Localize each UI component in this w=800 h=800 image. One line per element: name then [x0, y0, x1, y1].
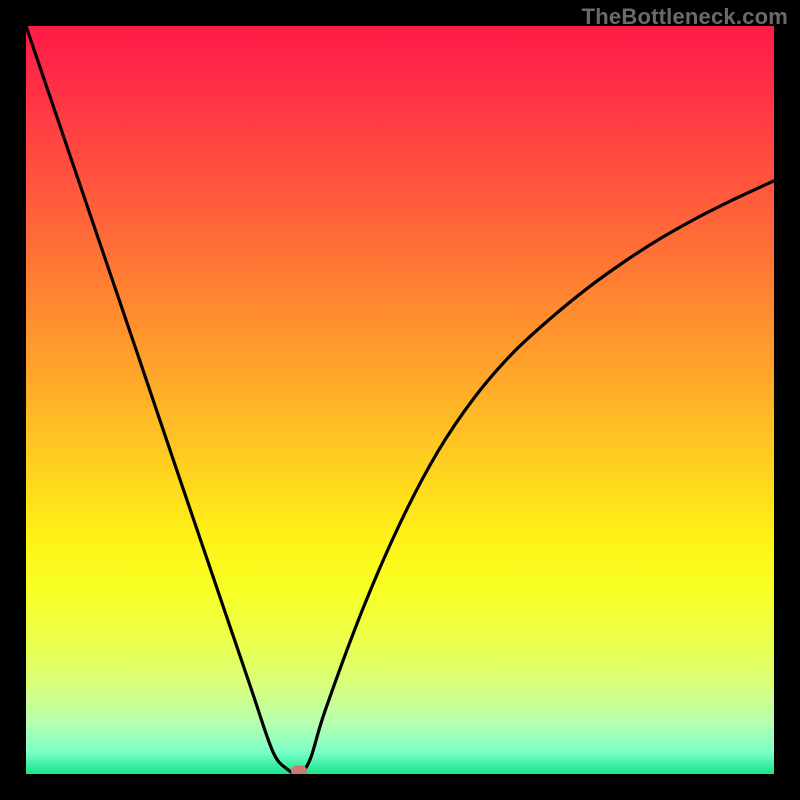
plot-area: [26, 26, 774, 774]
optimum-marker: [291, 766, 307, 775]
curve-path: [26, 26, 774, 774]
watermark-text: TheBottleneck.com: [582, 4, 788, 30]
chart-frame: TheBottleneck.com: [0, 0, 800, 800]
bottleneck-curve: [26, 26, 774, 774]
